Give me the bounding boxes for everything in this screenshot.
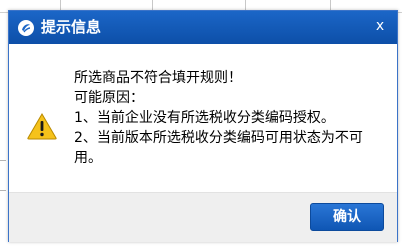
dialog-body: 所选商品不符合填开规则！ 可能原因： 1、当前企业没有所选税收分类编码授权。 2… bbox=[9, 44, 397, 192]
message-line: 1、当前企业没有所选税收分类编码授权。 bbox=[74, 110, 335, 126]
message-text: 所选商品不符合填开规则！ 可能原因： 1、当前企业没有所选税收分类编码授权。 2… bbox=[74, 68, 384, 168]
alert-dialog: 提示信息 x 所选商品不符合填开规则！ 可能原因： 1、当前企业没有所选税收分类… bbox=[8, 10, 398, 242]
close-button[interactable]: x bbox=[372, 18, 388, 34]
confirm-button[interactable]: 确认 bbox=[310, 203, 384, 231]
background-line bbox=[0, 160, 6, 161]
message-line: 可能原因： bbox=[74, 90, 144, 106]
warning-icon bbox=[27, 113, 57, 140]
message-line: 用。 bbox=[74, 150, 102, 166]
message-line: 2、当前版本所选税收分类编码可用状态为不可 bbox=[74, 130, 363, 146]
dialog-titlebar[interactable]: 提示信息 x bbox=[9, 11, 397, 44]
dialog-footer: 确认 bbox=[9, 192, 397, 242]
background-line bbox=[0, 190, 6, 191]
message-line: 所选商品不符合填开规则！ bbox=[74, 70, 242, 86]
dialog-title: 提示信息 bbox=[41, 18, 102, 36]
app-logo-icon bbox=[18, 20, 34, 36]
